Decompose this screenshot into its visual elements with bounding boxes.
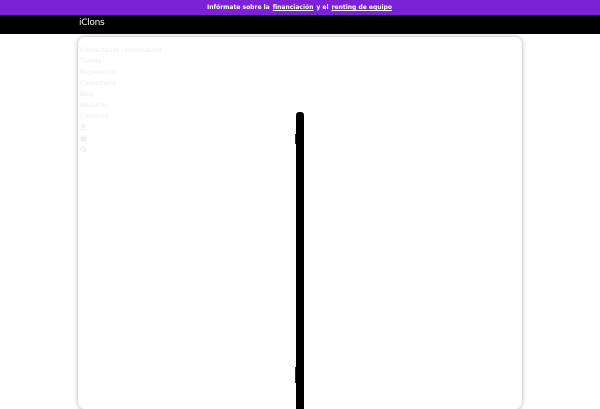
promo-banner: Infórmate sobre la financiación y el ren… [0, 0, 600, 15]
device-side-button [295, 367, 296, 383]
promo-text-2: y el [316, 4, 329, 11]
promo-text-1: Infórmate sobre la [206, 4, 270, 11]
renting-link[interactable]: renting de equipo [332, 4, 392, 11]
financing-link[interactable]: financiación [273, 4, 314, 11]
cart-icon [80, 135, 87, 142]
search-icon [80, 146, 87, 153]
menu-item-blog[interactable]: Blog [80, 89, 161, 100]
user-icon [80, 124, 87, 131]
menu-item-about[interactable]: Nosotros [80, 100, 161, 111]
menu-item-contact-info[interactable]: Contáctanos (Informacion [80, 45, 161, 56]
menu-item-shop[interactable]: Tienda [80, 56, 161, 67]
menu-list: Contáctanos (Informacion Tienda Reparaci… [80, 45, 161, 155]
logo[interactable]: iClons [79, 18, 105, 28]
search-icon-row[interactable] [80, 144, 161, 155]
menu-item-repair[interactable]: Reparación [80, 67, 161, 78]
user-icon-row[interactable] [80, 122, 161, 133]
mobile-menu-panel: Contáctanos (Informacion Tienda Reparaci… [78, 37, 522, 409]
menu-item-consulting[interactable]: Consultoría [80, 78, 161, 89]
phone-device-image [295, 112, 304, 409]
cart-icon-row[interactable] [80, 133, 161, 144]
device-side-button [295, 134, 296, 144]
menu-item-contact[interactable]: Contacto [80, 111, 161, 122]
site-header: iClons [0, 15, 600, 34]
